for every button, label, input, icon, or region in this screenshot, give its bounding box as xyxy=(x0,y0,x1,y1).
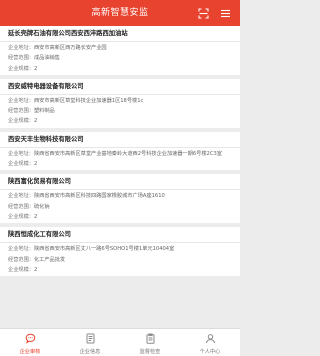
field-value: 2 xyxy=(33,266,38,273)
field-label: 企业规模： xyxy=(8,266,34,273)
company-field-row: 企业规模：2 xyxy=(8,213,232,221)
field-value: 西安市高新区西万路长安产业园 xyxy=(33,45,107,51)
company-name: 陕西富化贸易有限公司 xyxy=(8,178,71,186)
scan-icon xyxy=(197,7,209,19)
hamburger-menu-icon xyxy=(220,9,230,17)
field-label: 企业规模： xyxy=(8,118,34,125)
field-label: 经营范围： xyxy=(8,108,34,115)
company-field-row: 经营范围：硫化钠 xyxy=(8,203,232,211)
company-name: 西安威特电器设备有限公司 xyxy=(8,82,84,90)
company-field-row: 企业地址：陕西省西安市高新区草堂产业基地秦岭大道西2号科技企业加速器一期6号楼2… xyxy=(8,150,232,158)
company-field-row: 企业规模：2 xyxy=(8,160,232,168)
field-label: 企业地址： xyxy=(8,193,34,200)
company-card[interactable]: 陕西富化贸易有限公司 企业地址：陕西省西安市高新区科技四路国家橡胶城市广场A座16… xyxy=(0,174,240,224)
field-label: 企业地址： xyxy=(8,246,34,253)
company-field-row: 企业规模：2 xyxy=(8,117,232,125)
field-label: 企业地址： xyxy=(8,45,34,51)
field-label: 企业规模： xyxy=(8,213,34,220)
company-field-row: 企业地址：西安市高新区草堂科技企业加速器1区18号楼1c xyxy=(8,97,232,105)
field-label: 经营范围： xyxy=(8,203,34,210)
field-value: 2 xyxy=(33,118,38,125)
field-value: 2 xyxy=(33,213,38,220)
field-value: 硫化钠 xyxy=(33,203,50,210)
chat-bubble-icon xyxy=(25,329,36,348)
tab-label: 个人中心 xyxy=(199,349,221,355)
field-label: 企业规模： xyxy=(8,65,34,72)
field-value: 陕西省西安市高新区科技四路国家橡胶城市广场A座1610 xyxy=(33,193,165,200)
tab-label: 监督检查 xyxy=(139,349,161,355)
field-label: 企业地址： xyxy=(8,97,34,104)
company-field-row: 企业地址：陕西省西安市高新区丈八一路6号SOHO1号楼1单元10404室 xyxy=(8,245,232,253)
field-value: 陕西省西安市高新区草堂产业基地秦岭大道西2号科技企业加速器一期6号楼2C3室 xyxy=(33,150,222,157)
field-value: 化工产品批发 xyxy=(33,256,66,263)
bottom-tab-bar: 企业审核 企业信息 监督检查 个人中心 xyxy=(0,328,240,356)
field-label: 企业规模： xyxy=(8,161,34,168)
company-list[interactable]: 延长壳牌石油有限公司西安西沣路西加油站 企业地址：西安市高新区西万路长安产业园 经营… xyxy=(0,26,240,328)
tab-document[interactable]: 企业信息 xyxy=(60,329,120,356)
company-field-row: 企业规模：2 xyxy=(8,65,232,73)
field-value: 2 xyxy=(33,65,38,72)
menu-button[interactable] xyxy=(218,6,232,20)
field-value: 西安市高新区草堂科技企业加速器1区18号楼1c xyxy=(33,97,144,104)
company-name: 西安天丰生物科技有限公司 xyxy=(8,135,84,143)
tab-label: 企业信息 xyxy=(79,349,101,355)
field-value: 2 xyxy=(33,161,38,168)
card-divider xyxy=(0,146,240,148)
company-field-row: 企业地址：陕西省西安市高新区科技四路国家橡胶城市广场A座1610 xyxy=(8,192,232,200)
card-divider xyxy=(0,41,240,42)
company-name: 陕西恒成化工有限公司 xyxy=(8,231,71,239)
field-label: 企业地址： xyxy=(8,150,34,157)
app-header: 高新智慧安监 xyxy=(0,0,240,26)
tab-person[interactable]: 个人中心 xyxy=(180,329,240,356)
field-label: 经营范围： xyxy=(8,256,34,263)
card-divider xyxy=(0,93,240,95)
document-icon xyxy=(85,329,96,348)
company-card[interactable]: 延长壳牌石油有限公司西安西沣路西加油站 企业地址：西安市高新区西万路长安产业园 经营… xyxy=(0,26,240,75)
scan-button[interactable] xyxy=(196,6,210,20)
clipboard-icon xyxy=(145,329,156,348)
company-field-row: 经营范围：化工产品批发 xyxy=(8,256,232,264)
field-value: 塑料制品 xyxy=(33,108,55,115)
field-label: 经营范围： xyxy=(8,55,34,62)
field-value: 成品油销售 xyxy=(33,55,60,62)
company-name: 延长壳牌石油有限公司西安西沣路西加油站 xyxy=(8,30,128,37)
company-card[interactable]: 西安威特电器设备有限公司 企业地址：西安市高新区草堂科技企业加速器1区18号楼1c… xyxy=(0,78,240,128)
card-divider xyxy=(0,189,240,191)
field-value: 陕西省西安市高新区丈八一路6号SOHO1号楼1单元10404室 xyxy=(33,246,175,253)
company-card[interactable]: 陕西恒成化工有限公司 企业地址：陕西省西安市高新区丈八一路6号SOHO1号楼1单元… xyxy=(0,227,240,277)
person-icon xyxy=(205,329,216,348)
tab-clipboard[interactable]: 监督检查 xyxy=(120,329,180,356)
company-field-row: 经营范围：成品油销售 xyxy=(8,54,232,62)
company-field-row: 企业地址：西安市高新区西万路长安产业园 xyxy=(8,44,232,52)
tab-label: 企业审核 xyxy=(19,349,41,355)
tab-chat-bubble[interactable]: 企业审核 xyxy=(0,329,60,356)
company-field-row: 经营范围：塑料制品 xyxy=(8,107,232,115)
company-field-row: 企业规模：2 xyxy=(8,266,232,274)
card-divider xyxy=(0,242,240,244)
company-card[interactable]: 西安天丰生物科技有限公司 企业地址：陕西省西安市高新区草堂产业基地秦岭大道西2号科… xyxy=(0,131,240,171)
